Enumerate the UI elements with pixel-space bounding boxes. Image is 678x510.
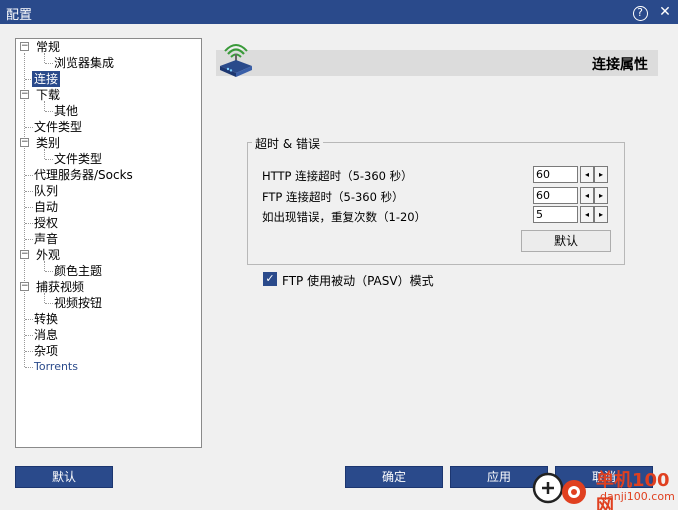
default-button[interactable]: 默认	[15, 466, 113, 488]
settings-tree[interactable]: − 常规 浏览器集成 连接 − 下载 其他 文件类型 − 类别 文件类型 代理服…	[15, 38, 202, 448]
tree-item-label: 队列	[34, 184, 59, 198]
help-button[interactable]: ?	[630, 2, 650, 22]
tree-item-label: 代理服务器/Socks	[34, 168, 133, 182]
window-title: 配置	[6, 8, 33, 23]
help-icon: ?	[632, 6, 648, 21]
tree-item-label: 外观	[36, 248, 61, 262]
http-timeout-label: HTTP 连接超时（5-360 秒）	[262, 169, 413, 183]
close-button[interactable]: ✕	[655, 2, 675, 22]
decrement-button[interactable]: ◂	[580, 206, 594, 223]
tree-item-label: Torrents	[34, 360, 78, 373]
retry-count-input[interactable]: 5	[533, 206, 578, 223]
pasv-checkbox[interactable]: ✓	[263, 272, 277, 286]
tree-item-label: 授权	[34, 216, 59, 230]
tree-item-label: 下载	[36, 88, 61, 102]
tree-item-label: 文件类型	[54, 152, 103, 166]
tree-item-label: 消息	[34, 328, 59, 342]
tree-item-label: 类别	[36, 136, 61, 150]
ok-button[interactable]: 确定	[345, 466, 443, 488]
decrement-button[interactable]: ◂	[580, 166, 594, 183]
tree-item-label: 视频按钮	[54, 296, 103, 310]
increment-button[interactable]: ▸	[594, 206, 608, 223]
collapse-icon[interactable]: −	[20, 250, 29, 259]
ftp-timeout-label: FTP 连接超时（5-360 秒）	[262, 190, 404, 204]
watermark-text: 单机100网	[596, 470, 670, 510]
page-title: 连接属性	[592, 57, 648, 73]
collapse-icon[interactable]: −	[20, 282, 29, 291]
collapse-icon[interactable]: −	[20, 138, 29, 147]
tree-item-label: 杂项	[34, 344, 59, 358]
tree-item-label: 连接	[32, 71, 61, 87]
increment-button[interactable]: ▸	[594, 166, 608, 183]
group-legend: 超时 & 错误	[252, 135, 323, 152]
ftp-timeout-input[interactable]: 60	[533, 187, 578, 204]
tree-item-label: 文件类型	[34, 120, 83, 134]
group-default-button[interactable]: 默认	[521, 230, 611, 252]
tree-item-label: 其他	[54, 104, 79, 118]
tree-item-label: 声音	[34, 232, 59, 246]
close-icon: ✕	[659, 4, 671, 20]
tree-item-label: 浏览器集成	[54, 56, 115, 70]
tree-item-label: 自动	[34, 200, 59, 214]
decrement-button[interactable]: ◂	[580, 187, 594, 204]
http-timeout-input[interactable]: 60	[533, 166, 578, 183]
router-icon	[220, 44, 252, 77]
collapse-icon[interactable]: −	[20, 42, 29, 51]
title-bar: 配置 ? ✕	[0, 0, 678, 24]
watermark-url: danji100.com	[600, 490, 675, 503]
increment-button[interactable]: ▸	[594, 187, 608, 204]
page-header: 连接属性	[216, 50, 658, 76]
pasv-label: FTP 使用被动（PASV）模式	[282, 274, 434, 288]
tree-item-label: 转换	[34, 312, 59, 326]
tree-item-label: 颜色主题	[54, 264, 103, 278]
tree-item-label: 捕获视频	[36, 280, 85, 294]
tree-item-label: 常规	[36, 40, 61, 54]
retry-count-label: 如出现错误，重复次数（1-20）	[262, 210, 427, 224]
collapse-icon[interactable]: −	[20, 90, 29, 99]
